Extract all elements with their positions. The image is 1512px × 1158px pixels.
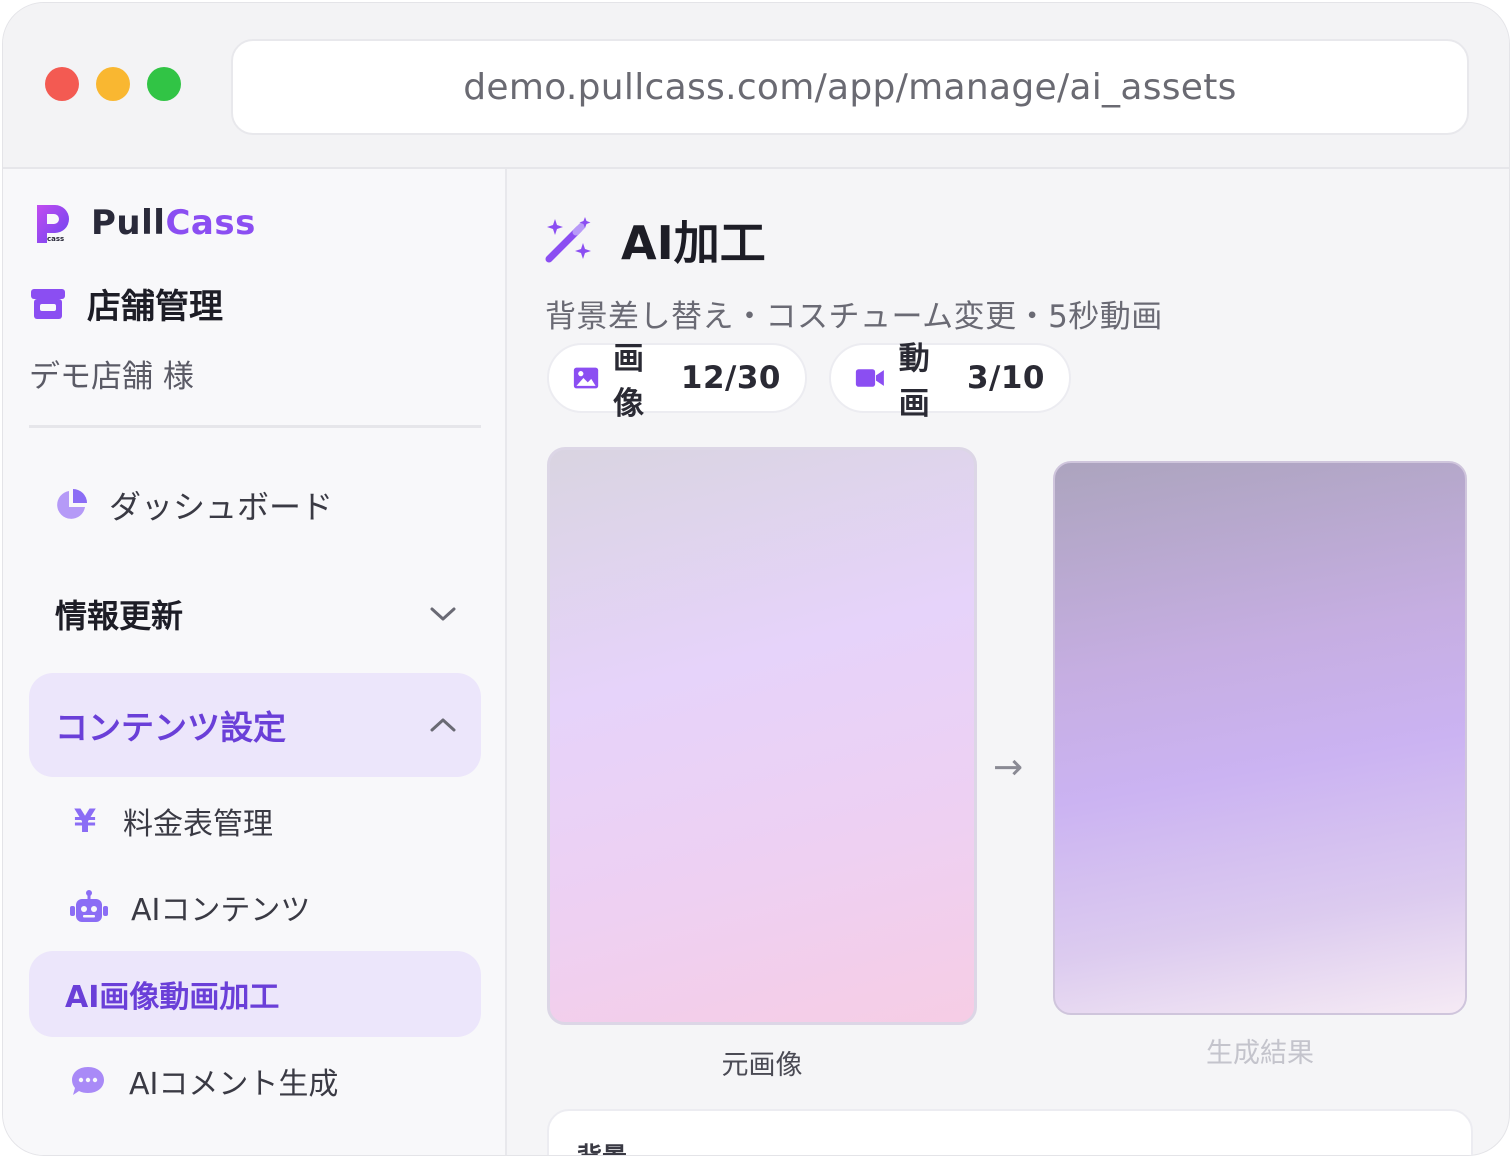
close-window-button[interactable] xyxy=(45,67,79,101)
store-management-heading: 店舗管理 xyxy=(29,279,223,328)
chat-bubble-icon xyxy=(72,1067,104,1095)
pie-chart-icon xyxy=(57,489,87,519)
maximize-window-button[interactable] xyxy=(147,67,181,101)
brand-name: PullCass xyxy=(91,203,256,243)
wand-sparkle-icon xyxy=(545,217,591,263)
background-panel-label: 背景 xyxy=(577,1137,627,1155)
address-bar[interactable]: demo.pullcass.com/app/manage/ai_assets xyxy=(231,39,1469,135)
sidebar-group-info-update[interactable]: 情報更新 xyxy=(29,569,481,659)
sidebar-item-ai-image-video[interactable]: AI画像動画加工 xyxy=(29,951,481,1037)
result-image-card xyxy=(1053,461,1467,1015)
video-camera-icon xyxy=(855,369,884,387)
browser-window: demo.pullcass.com/app/manage/ai_assets c… xyxy=(2,2,1510,1156)
image-quota-badge: 画像 12/30 xyxy=(547,341,807,422)
page-subtitle: 背景差し替え・コスチューム変更・5秒動画 xyxy=(545,299,1163,335)
sidebar-item-dashboard[interactable]: ダッシュボード xyxy=(29,465,481,545)
brand-logo-link[interactable]: cass PullCass xyxy=(33,201,256,245)
background-options-panel: 背景 xyxy=(547,1109,1473,1155)
source-image-card[interactable] xyxy=(547,447,977,1025)
chevron-down-icon xyxy=(430,607,456,621)
sidebar-divider xyxy=(29,425,481,428)
browser-titlebar: demo.pullcass.com/app/manage/ai_assets xyxy=(3,3,1509,169)
page-title: AI加工 xyxy=(621,216,766,270)
minimize-window-button[interactable] xyxy=(96,67,130,101)
robot-icon xyxy=(70,890,108,922)
pullcass-logo-icon: cass xyxy=(37,205,69,243)
url-text: demo.pullcass.com/app/manage/ai_assets xyxy=(463,66,1237,108)
result-image-caption: 生成結果 xyxy=(1206,1038,1314,1069)
sidebar-item-price-table[interactable]: ¥ 料金表管理 xyxy=(29,779,481,863)
sidebar: cass PullCass 店舗管理 デモ店舗 様 ダッシュボード 情報更新 コ… xyxy=(3,169,507,1155)
store-name: デモ店舗 様 xyxy=(29,359,194,395)
arrow-right-icon: → xyxy=(993,747,1024,788)
source-image-caption: 元画像 xyxy=(721,1050,803,1081)
video-quota-badge: 動画 3/10 xyxy=(829,341,1071,422)
svg-text:cass: cass xyxy=(47,235,64,243)
sidebar-group-content-settings[interactable]: コンテンツ設定 xyxy=(29,673,481,777)
store-icon xyxy=(31,288,65,319)
sidebar-item-ai-comment[interactable]: AIコメント生成 xyxy=(29,1039,481,1123)
yen-icon: ¥ xyxy=(73,802,97,840)
chevron-up-icon xyxy=(430,718,456,732)
sidebar-item-ai-content[interactable]: AIコンテンツ xyxy=(29,865,481,949)
image-icon xyxy=(573,367,599,389)
main-content: AI加工 背景差し替え・コスチューム変更・5秒動画 画像 12/30 動画 3/… xyxy=(507,169,1509,1155)
page-header: AI加工 xyxy=(543,207,766,273)
